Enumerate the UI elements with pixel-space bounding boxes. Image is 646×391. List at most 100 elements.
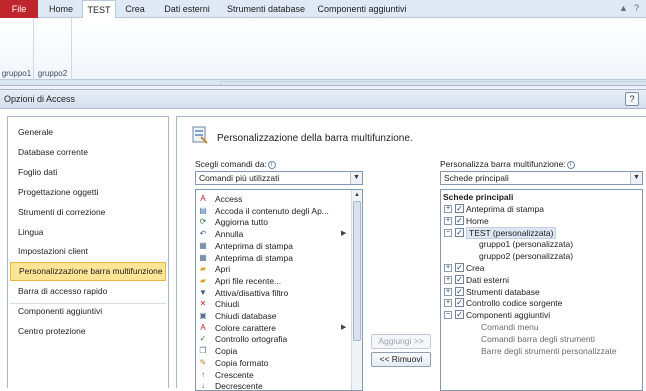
customize-ribbon-label: Personalizza barra multifunzione: i xyxy=(440,159,575,169)
tree-tab-item[interactable]: + ✓ Anteprima di stampa xyxy=(441,203,641,215)
tab-checkbox[interactable]: ✓ xyxy=(455,286,464,296)
nav-item-impostazioni-client[interactable]: Impostazioni client xyxy=(8,242,168,261)
nav-item-personalizzazione-barra[interactable]: Personalizzazione barra multifunzione xyxy=(10,262,166,281)
tab-checkbox[interactable]: ✓ xyxy=(455,310,464,320)
tab-checkbox[interactable]: ✓ xyxy=(455,215,464,225)
expand-icon[interactable]: + xyxy=(444,216,452,225)
tree-tab-item[interactable]: − ✓ TEST (personalizzata) xyxy=(441,226,641,239)
command-item[interactable]: A Colore carattere ▶ xyxy=(198,322,348,334)
command-label: Anteprima di stampa xyxy=(215,252,293,263)
choose-commands-select[interactable]: Comandi più utilizzati ▼ xyxy=(195,171,363,185)
command-label: Attiva/disattiva filtro xyxy=(215,287,289,298)
tree-group-item[interactable]: Barre degli strumenti personalizzate xyxy=(441,345,641,357)
collapse-icon[interactable]: − xyxy=(444,228,452,237)
command-label: Access xyxy=(215,194,243,204)
nav-item-generale[interactable]: Generale xyxy=(8,123,168,142)
tab-checkbox[interactable]: ✓ xyxy=(455,204,464,213)
help-icon[interactable]: ? xyxy=(632,4,641,13)
command-item[interactable]: ⟳ Aggiorna tutto xyxy=(198,216,348,228)
command-item[interactable]: ✕ Chiudi xyxy=(198,298,348,310)
command-item[interactable]: ▰ Apri xyxy=(198,263,348,275)
command-item[interactable]: ✓ Controllo ortografia xyxy=(198,333,348,345)
tree-item-label: gruppo1 (personalizzata) xyxy=(479,239,574,250)
customize-ribbon-select[interactable]: Schede principali ▼ xyxy=(440,171,643,185)
tab-checkbox[interactable]: ✓ xyxy=(455,227,464,237)
tree-tab-item[interactable]: + ✓ Dati esterni xyxy=(441,274,641,286)
expand-icon[interactable]: + xyxy=(444,299,452,308)
commands-scrollbar[interactable]: ▲ xyxy=(351,190,362,390)
command-item[interactable]: ↓ Decrescente xyxy=(198,380,348,391)
spelling-icon: ✓ xyxy=(199,334,207,344)
tree-tab-item[interactable]: + ✓ Strumenti database xyxy=(441,286,641,298)
command-item[interactable]: ▰ Apri file recente... xyxy=(198,275,348,287)
tab-strumenti-database[interactable]: Strumenti database xyxy=(220,0,312,18)
nav-item-componenti-aggiuntivi[interactable]: Componenti aggiuntivi xyxy=(8,302,168,321)
tree-group-item[interactable]: Comandi barra degli strumenti xyxy=(441,333,641,345)
tree-item-label: Componenti aggiuntivi xyxy=(466,310,551,321)
tab-componenti-aggiuntivi[interactable]: Componenti aggiuntivi xyxy=(314,0,410,18)
command-item[interactable]: ▣ Chiudi database xyxy=(198,310,348,322)
command-label: Aggiorna tutto xyxy=(215,217,268,228)
submenu-arrow-icon: ▶ xyxy=(341,323,347,331)
minimize-ribbon-icon[interactable]: ▲ xyxy=(619,4,628,13)
add-button[interactable]: Aggiungi >> xyxy=(371,334,431,349)
folder-icon: ▰ xyxy=(199,264,207,274)
tab-file[interactable]: File xyxy=(0,0,38,18)
tree-group-item[interactable]: gruppo2 (personalizzata) xyxy=(441,250,641,262)
tree-tab-item[interactable]: + ✓ Controllo codice sorgente xyxy=(441,297,641,309)
nav-item-foglio-dati[interactable]: Foglio dati xyxy=(8,163,168,182)
undo-icon: ↶ xyxy=(199,229,207,239)
tree-tab-item[interactable]: + ✓ Crea xyxy=(441,262,641,274)
commands-list[interactable]: ▲ A Access ▤ Accoda il contenuto degli Ap..… xyxy=(195,189,363,391)
tree-tab-item[interactable]: − ✓ Componenti aggiuntivi xyxy=(441,309,641,321)
tree-item-label: Anteprima di stampa xyxy=(466,204,544,214)
group-label: gruppo1 xyxy=(1,69,32,78)
nav-item-barra-accesso-rapido[interactable]: Barra di accesso rapido xyxy=(8,282,168,301)
nav-item-lingua[interactable]: Lingua xyxy=(8,223,168,242)
tree-group-item[interactable]: Comandi menu xyxy=(441,321,641,333)
tab-checkbox[interactable]: ✓ xyxy=(455,274,464,284)
nav-item-strumenti-correzione[interactable]: Strumenti di correzione xyxy=(8,203,168,222)
expand-icon[interactable]: + xyxy=(444,287,452,296)
tree-group-item[interactable]: gruppo1 (personalizzata) xyxy=(441,238,641,250)
command-item[interactable]: ▦ Anteprima di stampa xyxy=(198,252,348,264)
dialog-help-button[interactable]: ? xyxy=(625,92,639,106)
command-label: Apri xyxy=(215,264,231,275)
nav-item-centro-protezione[interactable]: Centro protezione xyxy=(8,322,168,341)
info-icon: i xyxy=(267,161,276,169)
sort-desc-icon: ↓ xyxy=(201,381,205,391)
remove-button[interactable]: << Rimuovi xyxy=(371,352,431,367)
command-item[interactable]: ▼ Attiva/disattiva filtro xyxy=(198,287,348,299)
scroll-thumb[interactable] xyxy=(353,201,361,341)
close-db-icon: ▣ xyxy=(199,311,207,320)
tab-checkbox[interactable]: ✓ xyxy=(455,298,464,308)
command-label: Apri file recente... xyxy=(215,275,282,286)
command-item[interactable]: ↑ Crescente xyxy=(198,369,348,381)
expand-icon[interactable]: + xyxy=(444,264,452,272)
command-item[interactable]: ❐ Copia xyxy=(198,345,348,357)
expand-icon[interactable]: + xyxy=(444,275,452,284)
scroll-up-icon[interactable]: ▲ xyxy=(352,190,362,200)
ribbon-group-2: gruppo2 xyxy=(34,18,72,80)
tab-checkbox[interactable]: ✓ xyxy=(455,263,464,272)
ribbon-tabs-tree[interactable]: Schede principali + ✓ Anteprima di stampa +… xyxy=(440,189,643,391)
command-label: Controllo ortografia xyxy=(215,334,288,345)
tab-dati-esterni[interactable]: Dati esterni xyxy=(156,0,218,18)
tab-test[interactable]: TEST xyxy=(82,0,116,19)
command-item[interactable]: A Access xyxy=(198,193,348,205)
collapse-icon[interactable]: − xyxy=(444,311,452,320)
expand-icon[interactable]: + xyxy=(444,205,452,213)
ribbon-tab-bar: File Home TEST Crea Dati esterni Strumen… xyxy=(0,0,646,19)
command-item[interactable]: ✎ Copia formato xyxy=(198,357,348,369)
command-item[interactable]: ↶ Annulla ▶ xyxy=(198,228,348,240)
tree-tab-item[interactable]: + ✓ Home xyxy=(441,215,641,227)
close-icon: ✕ xyxy=(199,299,207,309)
command-item[interactable]: ▤ Accoda il contenuto degli Ap... xyxy=(198,205,348,217)
tab-crea[interactable]: Crea xyxy=(118,0,152,18)
command-item[interactable]: ▦ Anteprima di stampa xyxy=(198,240,348,252)
group-label: gruppo2 xyxy=(37,69,68,78)
tab-home[interactable]: Home xyxy=(42,0,80,18)
command-label: Copia formato xyxy=(215,357,269,368)
nav-item-progettazione-oggetti[interactable]: Progettazione oggetti xyxy=(8,183,168,202)
nav-item-database-corrente[interactable]: Database corrente xyxy=(8,143,168,162)
